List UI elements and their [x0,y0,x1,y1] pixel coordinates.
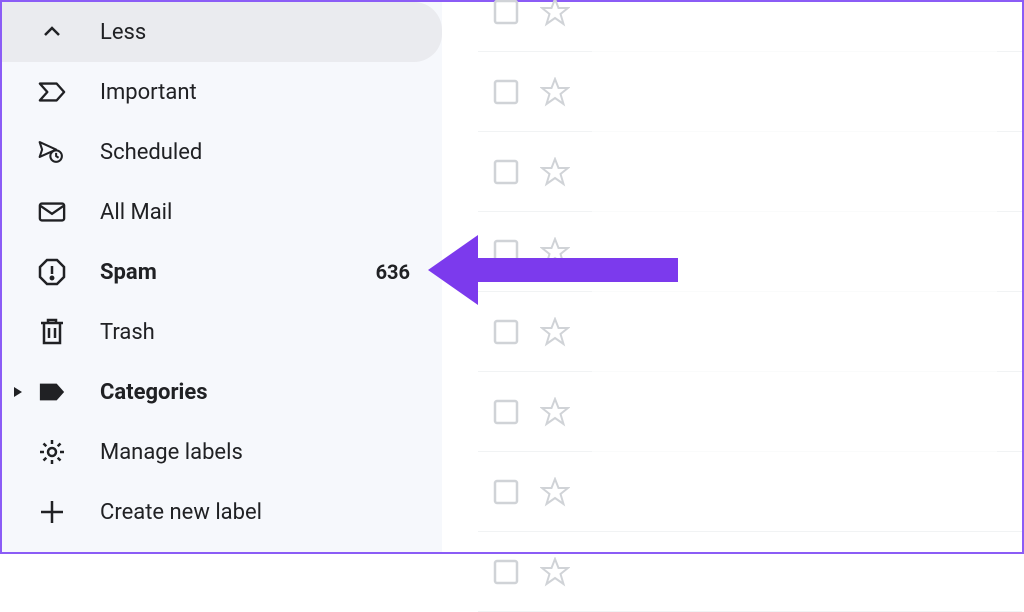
star-icon[interactable] [540,317,570,347]
star-icon[interactable] [540,397,570,427]
checkbox-icon[interactable] [492,0,520,26]
star-icon[interactable] [540,0,570,27]
email-row[interactable] [478,212,1022,292]
sidebar-item-scheduled[interactable]: Scheduled [2,122,442,182]
email-row[interactable] [478,372,1022,452]
important-icon [38,78,66,106]
star-icon[interactable] [540,157,570,187]
sidebar-item-less[interactable]: Less [2,2,442,62]
checkbox-icon[interactable] [492,318,520,346]
email-row[interactable] [478,452,1022,532]
spam-icon [38,258,66,286]
checkbox-icon[interactable] [492,238,520,266]
email-row[interactable] [478,292,1022,372]
email-row[interactable] [478,132,1022,212]
sidebar-item-label: Trash [100,320,410,345]
star-icon[interactable] [540,477,570,507]
sidebar-item-label: Create new label [100,500,410,525]
sidebar-item-label: All Mail [100,200,410,225]
sidebar-item-categories[interactable]: Categories [2,362,442,422]
checkbox-icon[interactable] [492,78,520,106]
star-icon[interactable] [540,77,570,107]
sidebar-item-create-label[interactable]: Create new label [2,482,442,542]
sidebar-item-all-mail[interactable]: All Mail [2,182,442,242]
gear-icon [38,438,66,466]
sidebar-item-label: Less [100,20,410,45]
star-icon[interactable] [540,237,570,267]
sidebar-item-label: Manage labels [100,440,410,465]
sidebar: Less Important Scheduled All Mail Spam 6… [2,2,442,552]
checkbox-icon[interactable] [492,398,520,426]
all-mail-icon [38,198,66,226]
star-icon[interactable] [540,557,570,587]
plus-icon [38,498,66,526]
sidebar-item-trash[interactable]: Trash [2,302,442,362]
trash-icon [38,318,66,346]
sidebar-item-important[interactable]: Important [2,62,442,122]
sidebar-item-label: Spam [100,260,376,285]
sidebar-item-label: Scheduled [100,140,410,165]
checkbox-icon[interactable] [492,558,520,586]
label-icon [38,378,66,406]
sidebar-item-count: 636 [376,260,410,284]
checkbox-icon[interactable] [492,478,520,506]
email-row[interactable] [478,0,1022,52]
sidebar-item-label: Categories [100,380,410,405]
chevron-up-icon [38,18,66,46]
chevron-right-icon [12,386,24,398]
sidebar-item-spam[interactable]: Spam 636 [2,242,442,302]
email-row[interactable] [478,532,1022,612]
email-row[interactable] [478,52,1022,132]
email-list [478,2,1022,552]
sidebar-item-manage-labels[interactable]: Manage labels [2,422,442,482]
checkbox-icon[interactable] [492,158,520,186]
sidebar-item-label: Important [100,80,410,105]
scheduled-icon [38,138,66,166]
